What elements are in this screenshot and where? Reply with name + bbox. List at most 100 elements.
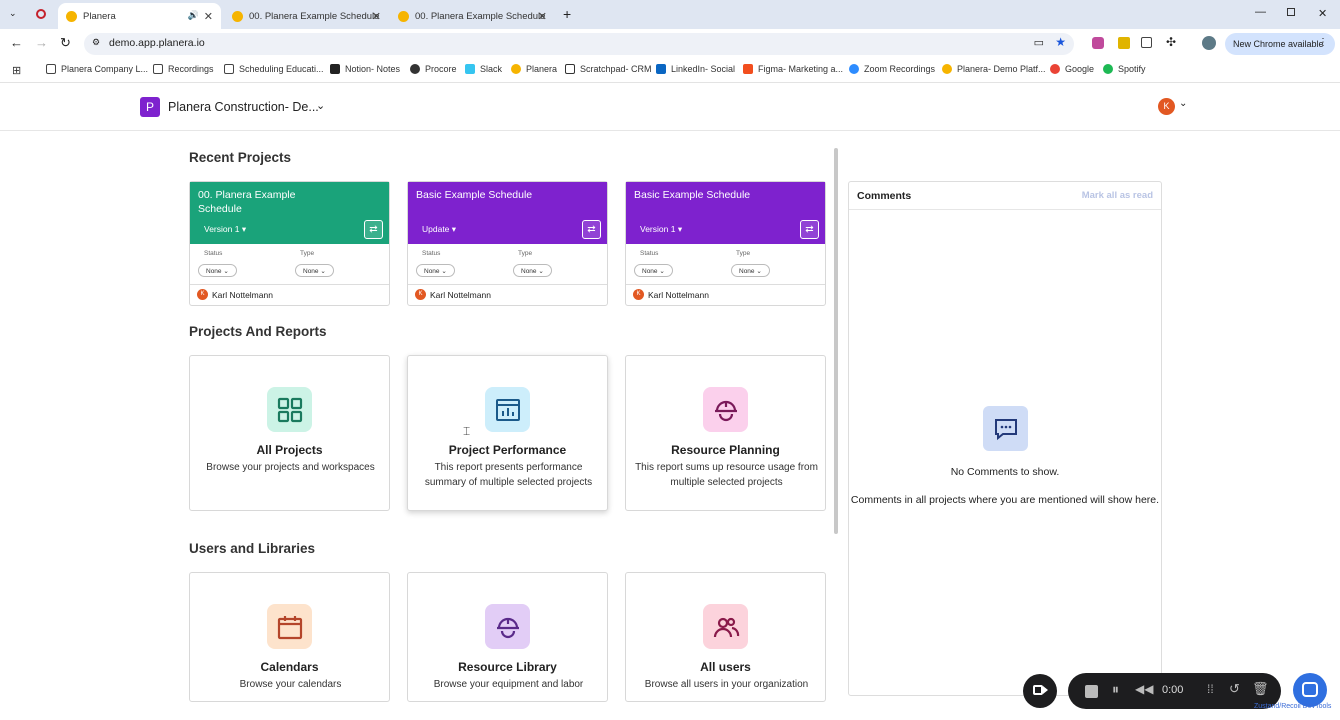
project-performance-card[interactable]: Project Performance This report presents… (407, 355, 608, 511)
mark-all-read-link[interactable]: Mark all as read (1082, 190, 1153, 201)
bookmark-item[interactable]: Planera (511, 64, 557, 74)
back-icon[interactable]: ← (10, 35, 23, 50)
stop-icon[interactable] (1085, 685, 1098, 698)
url-input[interactable]: ⚙ demo.app.planera.io ▭ ★ (84, 33, 1074, 55)
google-icon (1050, 64, 1060, 74)
video-camera-lens (1043, 686, 1048, 694)
status-select[interactable]: None ⌄ (416, 264, 455, 277)
bookmark-item[interactable]: Slack (465, 64, 502, 74)
install-icon[interactable]: ▭ (1034, 36, 1044, 49)
bookmark-label: LinkedIn- Social (671, 64, 736, 74)
restore-icon[interactable] (1287, 8, 1295, 16)
record-icon[interactable] (36, 9, 46, 19)
calendars-card[interactable]: Calendars Browse your calendars (189, 572, 390, 702)
switch-arrows-icon[interactable]: ⇄ (582, 220, 601, 239)
version-select[interactable]: Update ▾ (422, 224, 456, 235)
profile-avatar[interactable] (1202, 36, 1216, 50)
tab-example-schedule-1[interactable]: 00. Planera Example Schedule ✕ (224, 3, 389, 29)
camera-button[interactable] (1023, 674, 1057, 708)
new-chrome-button[interactable]: New Chrome available ⋮ (1225, 33, 1335, 55)
scrollbar[interactable] (834, 148, 838, 534)
user-menu[interactable]: K ⌄ (1158, 98, 1190, 116)
status-select[interactable]: None ⌄ (198, 264, 237, 277)
reload-icon[interactable]: ↻ (60, 35, 71, 51)
status-select[interactable]: None ⌄ (634, 264, 673, 277)
tab-example-schedule-2[interactable]: 00. Planera Example Schedule ✕ (390, 3, 555, 29)
type-select[interactable]: None ⌄ (295, 264, 334, 277)
trash-icon[interactable]: 🗑 (1252, 681, 1269, 697)
status-label: Status (422, 250, 441, 257)
bookmark-item[interactable]: Recordings (153, 64, 214, 74)
close-tab-icon[interactable]: ✕ (538, 10, 547, 23)
close-tab-icon[interactable]: ✕ (372, 10, 381, 23)
devtools-label: Zustand/Recoil DevTools (1254, 703, 1332, 710)
project-card[interactable]: Basic Example Schedule Version 1 ▾ ⇄ Sta… (625, 181, 826, 306)
new-chrome-label: New Chrome available (1233, 39, 1324, 49)
rewind-icon[interactable]: ◀◀ (1135, 682, 1153, 696)
close-window-icon[interactable]: ✕ (1318, 7, 1327, 20)
all-projects-card[interactable]: All Projects Browse your projects and wo… (189, 355, 390, 511)
bookmark-item[interactable]: LinkedIn- Social (656, 64, 735, 74)
bookmark-item[interactable]: Google (1050, 64, 1094, 74)
switch-arrows-icon[interactable]: ⇄ (364, 220, 383, 239)
switch-arrows-icon[interactable]: ⇄ (800, 220, 819, 239)
card-title: All Projects (256, 443, 323, 457)
resource-planning-card[interactable]: Resource Planning This report sums up re… (625, 355, 826, 511)
workspace-switcher[interactable]: P Planera Construction- De... ⌄ (140, 97, 330, 117)
bookmark-item[interactable]: Notion- Notes (330, 64, 400, 74)
extensions-puzzle-icon[interactable]: ✣ (1166, 35, 1176, 49)
close-tab-icon[interactable]: ✕ (204, 10, 213, 23)
chat-launcher-button[interactable] (1293, 673, 1327, 707)
folder-icon (224, 64, 234, 74)
owner-avatar: K (415, 289, 426, 300)
type-select[interactable]: None ⌄ (731, 264, 770, 277)
type-select[interactable]: None ⌄ (513, 264, 552, 277)
site-info-icon[interactable]: ⚙ (92, 37, 100, 48)
resource-library-card[interactable]: Resource Library Browse your equipment a… (407, 572, 608, 702)
card-description: Browse your equipment and labor (433, 679, 584, 690)
restart-icon[interactable]: ↺ (1229, 681, 1240, 697)
more-menu-icon[interactable]: ⋮ (1318, 37, 1328, 48)
tab-search-icon[interactable]: ⌄ (9, 8, 17, 19)
all-users-card[interactable]: All users Browse all users in your organ… (625, 572, 826, 702)
owner-name: Karl Nottelmann (648, 289, 709, 300)
card-title: Resource Library (458, 660, 557, 674)
apps-grid-icon[interactable]: ⊞ (12, 64, 21, 77)
version-select[interactable]: Version 1 ▾ (204, 224, 246, 235)
forward-icon[interactable]: → (35, 35, 48, 50)
planera-favicon (398, 10, 409, 22)
bookmark-item[interactable]: Scheduling Educati... (224, 64, 324, 74)
hard-hat-icon (485, 604, 530, 649)
project-card[interactable]: 00. Planera Example Schedule Version 1 ▾… (189, 181, 390, 306)
bookmark-item[interactable]: Planera- Demo Platf... (942, 64, 1046, 74)
tab-planera[interactable]: Planera 🔊 ✕ (58, 3, 221, 29)
bookmark-item[interactable]: Figma- Marketing a... (743, 64, 843, 74)
extension-badge-icon[interactable] (1092, 37, 1104, 49)
bookmark-item[interactable]: Planera Company L... (46, 64, 148, 74)
grid-dots-icon[interactable]: ⁞⁞ (1207, 682, 1214, 696)
version-label: Version 1 (204, 224, 240, 234)
project-card[interactable]: Basic Example Schedule Update ▾ ⇄ Status… (407, 181, 608, 306)
bookmark-star-icon[interactable]: ★ (1055, 35, 1066, 49)
pause-icon[interactable]: ⏸ (1112, 681, 1119, 698)
extension-copy-icon[interactable] (1141, 37, 1152, 48)
card-title: Calendars (260, 660, 319, 674)
bookmarks-bar: ⊞ Planera Company L... Recordings Schedu… (0, 59, 1340, 83)
bookmark-item[interactable]: Procore (410, 64, 457, 74)
bookmark-item[interactable]: Scratchpad- CRM (565, 64, 652, 74)
mouse-cursor: ⌶ (463, 424, 471, 438)
user-avatar: K (1158, 98, 1175, 115)
bookmark-label: Recordings (168, 64, 214, 74)
new-tab-icon[interactable]: + (563, 6, 571, 22)
bookmark-item[interactable]: Zoom Recordings (849, 64, 935, 74)
version-select[interactable]: Version 1 ▾ (640, 224, 682, 235)
version-label: Version 1 (640, 224, 676, 234)
bookmark-label: Figma- Marketing a... (758, 64, 844, 74)
extension-notes-icon[interactable] (1118, 37, 1130, 49)
version-label: Update (422, 224, 450, 234)
bookmark-item[interactable]: Spotify (1103, 64, 1146, 74)
video-camera-icon (1033, 685, 1043, 695)
app-header: P Planera Construction- De... ⌄ K ⌄ (0, 84, 1340, 131)
planera-favicon (232, 10, 243, 22)
minimize-icon[interactable]: — (1255, 6, 1266, 18)
